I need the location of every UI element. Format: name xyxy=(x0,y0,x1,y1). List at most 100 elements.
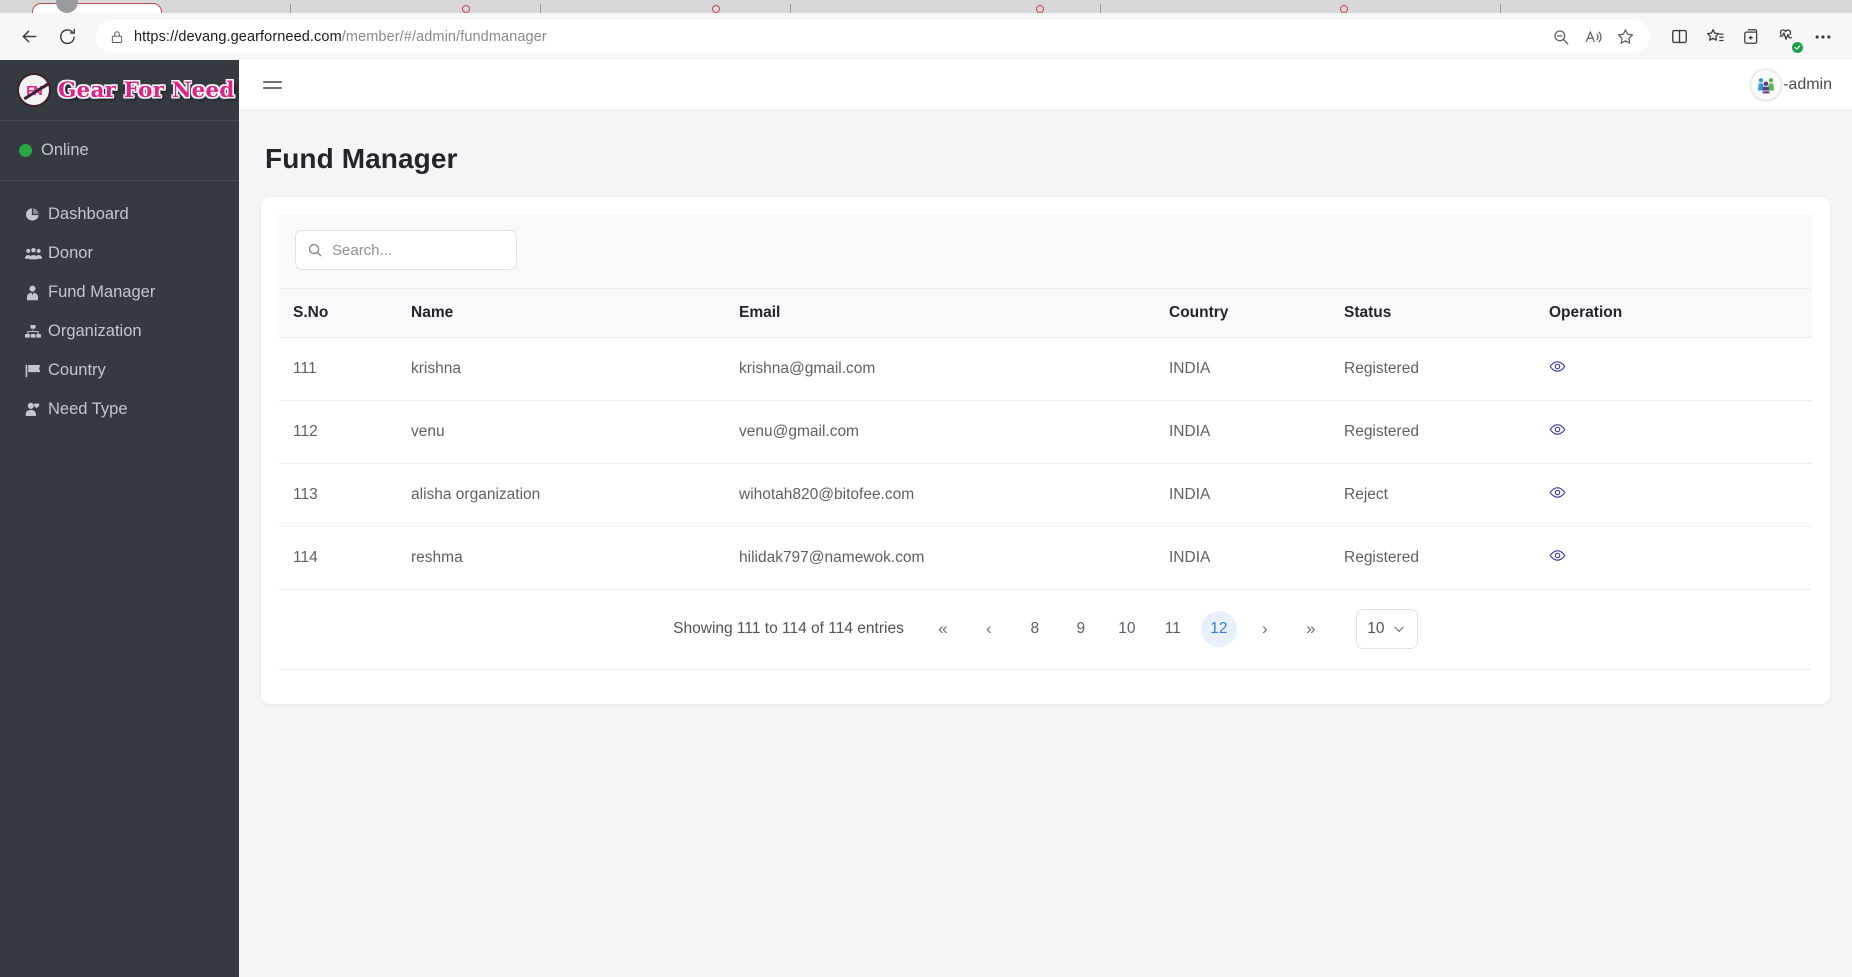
hamburger-icon[interactable] xyxy=(263,81,282,89)
cell-name: krishna xyxy=(411,337,739,401)
pagination-next-button[interactable]: › xyxy=(1247,611,1283,647)
column-header-sno[interactable]: S.No xyxy=(279,289,411,338)
browser-toolbar-actions xyxy=(1662,20,1840,54)
page-title: Fund Manager xyxy=(265,143,458,174)
main-column: GFN -admin Fund Manager Search... S.No N… xyxy=(239,60,1852,977)
cell-sno: 113 xyxy=(279,463,411,527)
cell-email: venu@gmail.com xyxy=(739,400,1169,464)
cell-status: Reject xyxy=(1344,463,1549,527)
cell-operation xyxy=(1549,337,1812,401)
pie-chart-icon xyxy=(25,207,46,222)
browser-tab-strip[interactable] xyxy=(0,0,1852,13)
url-path: /member/#/admin/fundmanager xyxy=(341,28,547,45)
pagination-first-button[interactable]: « xyxy=(925,611,961,647)
sidebar-item-fund-manager[interactable]: Fund Manager xyxy=(0,273,239,312)
brand-mark-text: FN xyxy=(26,82,42,98)
add-favorite-icon[interactable] xyxy=(1610,22,1640,52)
cell-status: Registered xyxy=(1344,337,1549,401)
user-menu[interactable]: GFN -admin xyxy=(1751,70,1832,100)
column-header-status[interactable]: Status xyxy=(1344,289,1549,338)
search-input[interactable] xyxy=(332,241,505,259)
pagination-last-button[interactable]: » xyxy=(1293,611,1329,647)
cell-sno: 111 xyxy=(279,337,411,401)
cell-status: Registered xyxy=(1344,400,1549,464)
user-heart-icon xyxy=(25,402,46,417)
column-header-country[interactable]: Country xyxy=(1169,289,1344,338)
pagination-page-9[interactable]: 9 xyxy=(1063,611,1099,647)
cell-sno: 114 xyxy=(279,526,411,590)
zoom-out-icon[interactable] xyxy=(1546,22,1576,52)
cell-email: hilidak797@namewok.com xyxy=(739,526,1169,590)
sidebar-nav: Dashboard Donor Fund Manager Organizatio… xyxy=(0,181,239,429)
tab-favicon xyxy=(462,5,470,13)
chevron-down-icon xyxy=(1392,622,1406,636)
reload-button[interactable] xyxy=(50,20,84,54)
view-eye-icon[interactable] xyxy=(1549,484,1566,501)
pagination-page-11[interactable]: 11 xyxy=(1155,611,1191,647)
browser-window: https://devang.gearforneed.com/member/#/… xyxy=(0,0,1852,977)
search-box[interactable] xyxy=(295,230,517,270)
read-aloud-icon[interactable] xyxy=(1578,22,1608,52)
online-status-label: Online xyxy=(41,141,89,159)
split-screen-icon[interactable] xyxy=(1662,20,1696,54)
pagination-page-8[interactable]: 8 xyxy=(1017,611,1053,647)
collections-icon[interactable] xyxy=(1734,20,1768,54)
column-header-email[interactable]: Email xyxy=(739,289,1169,338)
cell-operation xyxy=(1549,400,1812,464)
sidebar-item-label: Organization xyxy=(48,322,142,340)
cell-email: wihotah820@bitofee.com xyxy=(739,463,1169,527)
sidebar-item-organization[interactable]: Organization xyxy=(0,312,239,351)
sidebar-item-country[interactable]: Country xyxy=(0,351,239,390)
table-row[interactable]: 111 krishna krishna@gmail.com INDIA Regi… xyxy=(279,337,1812,401)
table-row[interactable]: 114 reshma hilidak797@namewok.com INDIA … xyxy=(279,526,1812,590)
table-panel: S.No Name Email Country Status Operation xyxy=(279,214,1812,686)
table-header-row: S.No Name Email Country Status Operation xyxy=(279,289,1812,338)
pagination-page-12[interactable]: 12 xyxy=(1200,611,1237,647)
sidebar-item-donor[interactable]: Donor xyxy=(0,234,239,273)
fund-manager-table: S.No Name Email Country Status Operation xyxy=(279,289,1812,590)
cell-operation xyxy=(1549,463,1812,527)
svg-text:GFN: GFN xyxy=(1763,89,1770,93)
sidebar-item-dashboard[interactable]: Dashboard xyxy=(0,195,239,234)
cell-status: Registered xyxy=(1344,526,1549,590)
cell-country: INDIA xyxy=(1169,400,1344,464)
card-footer-spacer xyxy=(279,670,1812,686)
view-eye-icon[interactable] xyxy=(1549,547,1566,564)
cell-sno: 112 xyxy=(279,400,411,464)
view-eye-icon[interactable] xyxy=(1549,421,1566,438)
browser-tab-active[interactable] xyxy=(32,3,162,13)
table-row[interactable]: 112 venu venu@gmail.com INDIA Registered xyxy=(279,400,1812,464)
url-origin: https://devang.gearforneed.com xyxy=(134,28,342,45)
back-button[interactable] xyxy=(12,20,46,54)
cell-name: alisha organization xyxy=(411,463,739,527)
rows-per-page-select[interactable]: 10 xyxy=(1355,609,1418,649)
sidebar-item-label: Need Type xyxy=(48,400,128,418)
user-tie-icon xyxy=(25,285,46,301)
view-eye-icon[interactable] xyxy=(1549,358,1566,375)
sidebar-item-label: Dashboard xyxy=(48,205,129,223)
column-header-name[interactable]: Name xyxy=(411,289,739,338)
table-head: S.No Name Email Country Status Operation xyxy=(279,289,1812,338)
pagination-prev-button[interactable]: ‹ xyxy=(971,611,1007,647)
pagination: Showing 111 to 114 of 114 entries « ‹ 8 … xyxy=(279,590,1812,670)
sidebar-item-need-type[interactable]: Need Type xyxy=(0,390,239,429)
essentials-status-badge xyxy=(1792,41,1803,53)
cell-name: reshma xyxy=(411,526,739,590)
brand-name: Gear For Need xyxy=(58,77,235,103)
address-bar-text: https://devang.gearforneed.com/member/#/… xyxy=(130,29,547,45)
pagination-summary: Showing 111 to 114 of 114 entries xyxy=(673,620,904,637)
sitemap-icon xyxy=(25,324,46,339)
brand-logo[interactable]: FN Gear For Need xyxy=(0,60,239,121)
settings-more-icon[interactable] xyxy=(1806,20,1840,54)
brand-mark-icon: FN xyxy=(17,73,51,107)
table-body: 111 krishna krishna@gmail.com INDIA Regi… xyxy=(279,337,1812,590)
pagination-page-10[interactable]: 10 xyxy=(1109,611,1145,647)
favorites-icon[interactable] xyxy=(1698,20,1732,54)
lock-icon xyxy=(104,29,130,45)
browser-essentials-icon[interactable] xyxy=(1770,20,1804,54)
cell-name: venu xyxy=(411,400,739,464)
address-bar[interactable]: https://devang.gearforneed.com/member/#/… xyxy=(96,20,1650,53)
table-row[interactable]: 113 alisha organization wihotah820@bitof… xyxy=(279,463,1812,527)
application-root: FN Gear For Need Online Dashboard Donor … xyxy=(0,60,1852,977)
cell-operation xyxy=(1549,526,1812,590)
